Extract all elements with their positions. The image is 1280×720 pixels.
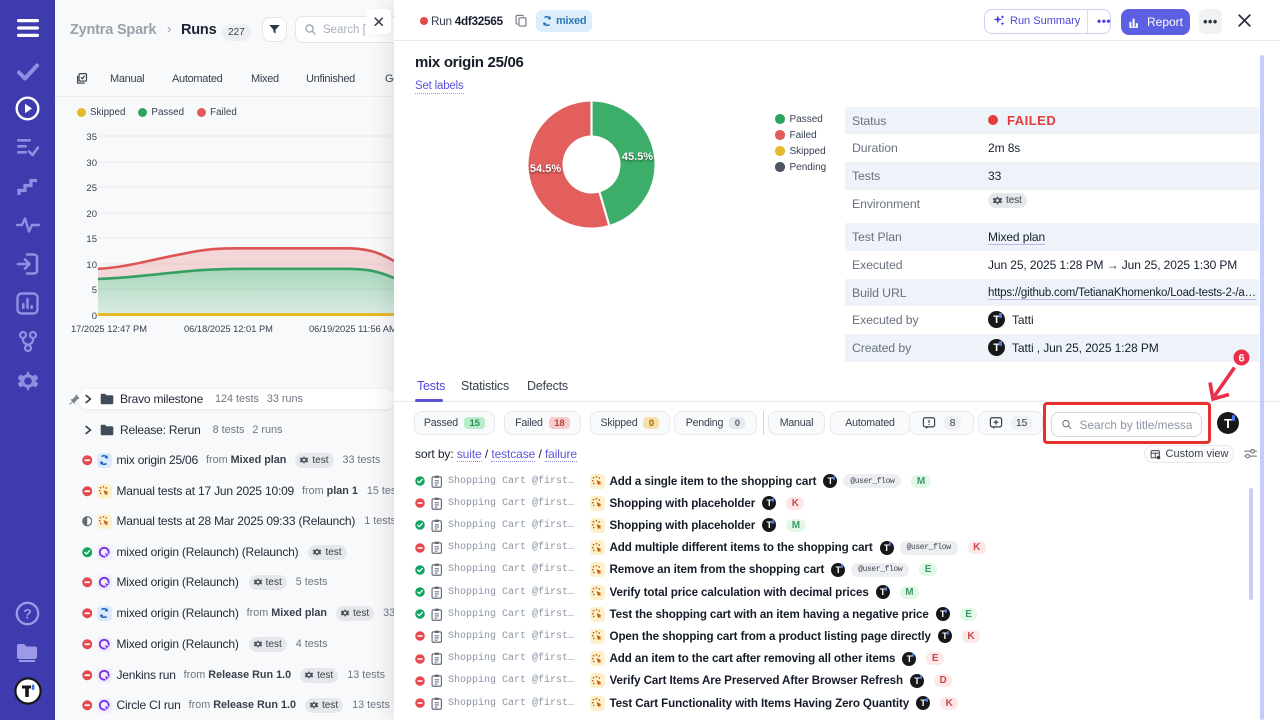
svg-text:0: 0: [92, 311, 97, 322]
svg-text:25: 25: [86, 183, 97, 194]
svg-text:20: 20: [86, 209, 97, 220]
svg-text:10: 10: [86, 260, 97, 271]
svg-text:30: 30: [86, 158, 97, 169]
svg-text:35: 35: [86, 132, 97, 143]
svg-text:6: 6: [1238, 353, 1244, 365]
svg-text:5: 5: [92, 285, 97, 296]
svg-text:45.5%: 45.5%: [622, 151, 653, 163]
svg-text:15: 15: [86, 234, 97, 245]
svg-text:?: ?: [23, 606, 32, 622]
svg-text:54.5%: 54.5%: [530, 163, 561, 175]
